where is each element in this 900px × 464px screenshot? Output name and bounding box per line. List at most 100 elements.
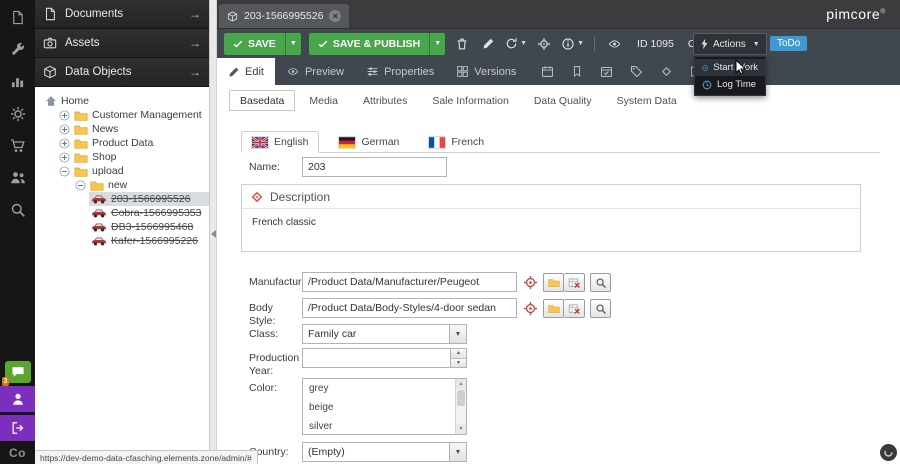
sidebar: Documents → Assets → Data Objects → Home… — [35, 0, 210, 464]
tab-basedata[interactable]: Basedata — [229, 90, 295, 111]
expand-plus-icon[interactable] — [59, 152, 70, 163]
class-select[interactable]: Family car ▼ — [302, 324, 467, 344]
tree-item-kafer[interactable]: Kafer-1566995226 — [35, 234, 209, 248]
search-icon[interactable] — [9, 201, 26, 218]
caret-down-icon[interactable]: ▼ — [449, 325, 466, 343]
chat-icon[interactable]: 3 — [5, 361, 31, 383]
locate-in-tree-icon[interactable] — [535, 35, 553, 53]
search-reference-button[interactable] — [590, 299, 611, 318]
tab-properties[interactable]: Properties — [355, 58, 445, 85]
listbox-scrollbar[interactable]: ▲ ▼ — [455, 379, 466, 434]
tree-item-home[interactable]: Home — [35, 94, 209, 108]
lang-tab-german[interactable]: German — [329, 132, 409, 152]
manufacturer-input[interactable] — [302, 272, 517, 292]
scroll-up-icon[interactable]: ▲ — [456, 379, 466, 389]
open-preview-eye-icon[interactable] — [605, 35, 623, 53]
tab-system-data[interactable]: System Data — [606, 90, 688, 111]
tree-item-203[interactable]: 203-1566995526 — [35, 192, 209, 206]
tab-data-quality[interactable]: Data Quality — [523, 90, 603, 111]
tab-edit[interactable]: Edit — [217, 58, 275, 85]
color-multiselect[interactable]: grey beige silver ▲ ▼ — [302, 378, 467, 435]
profile-icon[interactable] — [0, 386, 35, 412]
rename-pencil-icon[interactable] — [479, 35, 497, 53]
body-style-input[interactable] — [302, 298, 517, 318]
actions-button[interactable]: Actions ▼ — [693, 33, 767, 55]
tab-attributes[interactable]: Attributes — [352, 90, 418, 111]
tag-icon[interactable] — [630, 65, 643, 78]
country-select[interactable]: (Empty) ▼ — [302, 442, 467, 462]
description-editor[interactable]: French classic — [242, 208, 860, 251]
expand-plus-icon[interactable] — [59, 124, 70, 135]
spin-down-icon[interactable]: ▼ — [451, 358, 466, 368]
reload-icon[interactable]: ▼ — [505, 35, 527, 53]
ecommerce-cart-icon[interactable] — [9, 137, 26, 154]
schedule-icon[interactable] — [541, 65, 554, 78]
tree-item-news[interactable]: News — [35, 122, 209, 136]
tree-item-cobra[interactable]: Cobra-1566995353 — [35, 206, 209, 220]
tree-item-db3[interactable]: DB3-1566995468 — [35, 220, 209, 234]
production-year-input[interactable] — [302, 348, 450, 368]
reports-icon[interactable] — [9, 73, 26, 90]
main-panel: 203-1566995526 × pimcore® SAVE ▼ SAVE & … — [217, 0, 900, 464]
tools-icon[interactable] — [9, 41, 26, 58]
collapse-arrow-icon[interactable] — [211, 230, 216, 238]
tree-item-upload[interactable]: upload — [35, 164, 209, 178]
settings-gear-icon[interactable] — [9, 105, 26, 122]
todo-badge[interactable]: ToDo — [770, 36, 807, 51]
scroll-down-icon[interactable]: ▼ — [456, 424, 466, 434]
tree-item-product-data[interactable]: Product Data — [35, 136, 209, 150]
panel-splitter[interactable] — [210, 0, 217, 464]
spin-up-icon[interactable]: ▲ — [451, 349, 466, 358]
expand-plus-icon[interactable] — [59, 138, 70, 149]
save-publish-dropdown-caret[interactable]: ▼ — [429, 33, 445, 55]
remove-reference-button[interactable] — [564, 273, 585, 292]
open-folder-button[interactable] — [543, 273, 564, 292]
session-indicator[interactable] — [880, 444, 897, 461]
save-button[interactable]: SAVE ▼ — [224, 33, 301, 55]
tab-versions[interactable]: Versions — [445, 58, 527, 85]
expand-plus-icon[interactable] — [59, 110, 70, 121]
object-editor: Basedata Media Attributes Sale Informati… — [217, 85, 900, 464]
color-option-grey[interactable]: grey — [303, 379, 466, 398]
tab-close-icon[interactable]: × — [329, 10, 341, 22]
tab-media[interactable]: Media — [298, 90, 349, 111]
menu-item-start-work[interactable]: Start Work — [695, 59, 765, 76]
spinner-icon — [883, 447, 894, 458]
tree-item-customer-management[interactable]: Customer Management — [35, 108, 209, 122]
documents-menu-icon[interactable] — [9, 9, 26, 26]
open-object-tab[interactable]: 203-1566995526 × — [219, 4, 349, 28]
save-publish-button[interactable]: SAVE & PUBLISH ▼ — [309, 33, 445, 55]
name-input[interactable] — [302, 157, 447, 177]
remove-reference-button[interactable] — [564, 299, 585, 318]
events-calendar-icon[interactable] — [600, 65, 613, 78]
description-header[interactable]: Description — [242, 185, 860, 208]
collapse-minus-icon[interactable] — [59, 166, 70, 177]
tree-item-shop[interactable]: Shop — [35, 150, 209, 164]
menu-item-log-time[interactable]: Log Time — [695, 76, 765, 93]
clock-icon — [702, 80, 712, 90]
lang-tab-english[interactable]: English — [241, 131, 319, 153]
scrollbar-thumb[interactable] — [457, 390, 465, 406]
users-icon[interactable] — [9, 169, 26, 186]
info-icon[interactable]: ▼ — [561, 35, 584, 53]
collapse-minus-icon[interactable] — [75, 180, 86, 191]
workflow-diamond-icon[interactable] — [660, 65, 673, 78]
logout-icon[interactable] — [0, 415, 35, 441]
accordion-data-objects[interactable]: Data Objects → — [35, 58, 209, 87]
tab-sale-information[interactable]: Sale Information — [421, 90, 519, 111]
caret-down-icon[interactable]: ▼ — [449, 443, 466, 461]
open-folder-button[interactable] — [543, 299, 564, 318]
description-title: Description — [270, 190, 330, 204]
tab-preview[interactable]: Preview — [275, 58, 355, 85]
accordion-assets[interactable]: Assets → — [35, 29, 209, 58]
lang-tab-french[interactable]: French — [419, 132, 494, 152]
pimcore-logo: pimcore® — [826, 6, 886, 22]
search-reference-button[interactable] — [590, 273, 611, 292]
notes-bookmark-icon[interactable] — [571, 65, 583, 78]
color-option-silver[interactable]: silver — [303, 417, 466, 435]
delete-icon[interactable] — [453, 35, 471, 53]
accordion-documents[interactable]: Documents → — [35, 0, 209, 29]
tree-item-new[interactable]: new — [35, 178, 209, 192]
save-dropdown-caret[interactable]: ▼ — [285, 33, 301, 55]
color-option-beige[interactable]: beige — [303, 398, 466, 417]
